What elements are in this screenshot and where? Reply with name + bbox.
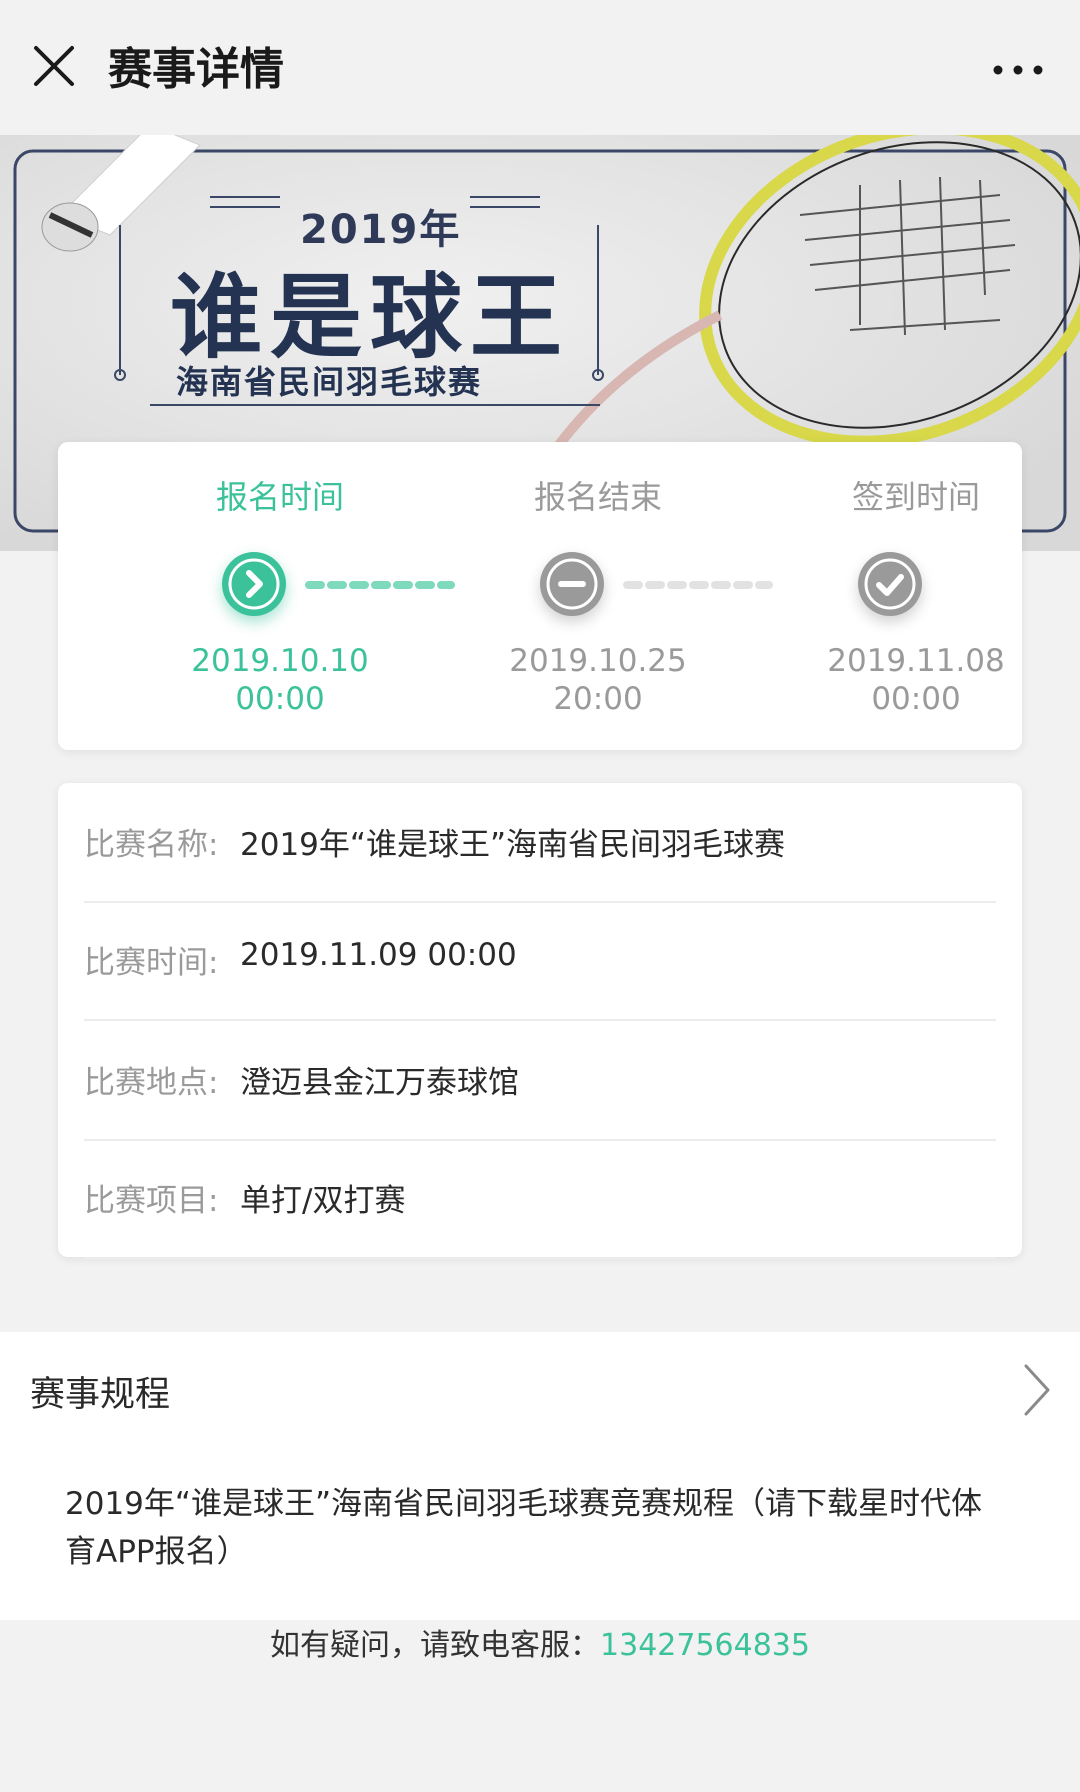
chevron-right-icon[interactable]: [1020, 1358, 1054, 1422]
step-time-text: 20:00: [553, 681, 643, 717]
minus-icon: [540, 552, 604, 616]
timeline-card: 报名时间 2019.10.10 00:00 报名结束 2019.10.25 20…: [58, 442, 1022, 750]
rules-section[interactable]: 赛事规程 2019年“谁是球王”海南省民间羽毛球赛竞赛规程（请下载星时代体育AP…: [0, 1332, 1080, 1620]
step-date-text: 2019.11.08: [827, 643, 1005, 679]
step-date-text: 2019.10.25: [509, 643, 687, 679]
info-value: 单打/双打赛: [240, 1183, 406, 1219]
arrow-right-icon: [222, 552, 286, 616]
step-time-text: 00:00: [235, 681, 325, 717]
step-label-signup-end: 报名结束: [533, 478, 662, 516]
step-time-text: 00:00: [871, 681, 961, 717]
event-info-card: 比赛名称: 2019年“谁是球王”海南省民间羽毛球赛 比赛时间: 2019.11…: [58, 783, 1022, 1259]
step-label-checkin: 签到时间: [851, 478, 980, 516]
top-bar: 赛事详情: [0, 0, 1080, 135]
info-value: 2019年“谁是球王”海南省民间羽毛球赛: [240, 827, 786, 863]
banner-subtitle: 海南省民间羽毛球赛: [176, 363, 483, 401]
info-label: 比赛时间:: [84, 945, 219, 981]
rules-body[interactable]: 2019年“谁是球王”海南省民间羽毛球赛竞赛规程（请下载星时代体育APP报名）: [65, 1480, 1005, 1576]
step-date-text: 2019.10.10: [191, 643, 369, 679]
info-label: 比赛项目:: [84, 1183, 219, 1219]
close-icon[interactable]: [28, 40, 80, 92]
step-date-signup-start: 2019.10.10 00:00: [130, 642, 430, 718]
info-row-category: 比赛项目: 单打/双打赛: [84, 1139, 996, 1259]
info-label: 比赛地点:: [84, 1065, 219, 1101]
step-date-signup-end: 2019.10.25 20:00: [448, 642, 748, 718]
info-row-time: 比赛时间: 2019.11.09 00:00: [84, 901, 996, 1021]
footer-text: 如有疑问，请致电客服：: [270, 1628, 601, 1663]
info-value: 澄迈县金江万泰球馆: [240, 1065, 519, 1101]
check-icon: [858, 552, 922, 616]
page-title: 赛事详情: [108, 44, 284, 95]
more-icon[interactable]: [986, 50, 1050, 90]
customer-service-footer: 如有疑问，请致电客服：13427564835: [0, 1620, 1080, 1664]
step-date-checkin: 2019.11.08 00:00: [766, 642, 1066, 718]
info-value: 2019.11.09 00:00: [240, 937, 517, 973]
rules-title: 赛事规程: [30, 1375, 171, 1415]
info-row-name: 比赛名称: 2019年“谁是球王”海南省民间羽毛球赛: [84, 783, 996, 903]
step-label-signup-start: 报名时间: [215, 478, 344, 516]
info-row-location: 比赛地点: 澄迈县金江万泰球馆: [84, 1021, 996, 1141]
progress-dash-active: [305, 581, 455, 589]
progress-dash-inactive: [623, 581, 773, 589]
info-label: 比赛名称:: [84, 827, 219, 863]
phone-link[interactable]: 13427564835: [600, 1628, 810, 1663]
